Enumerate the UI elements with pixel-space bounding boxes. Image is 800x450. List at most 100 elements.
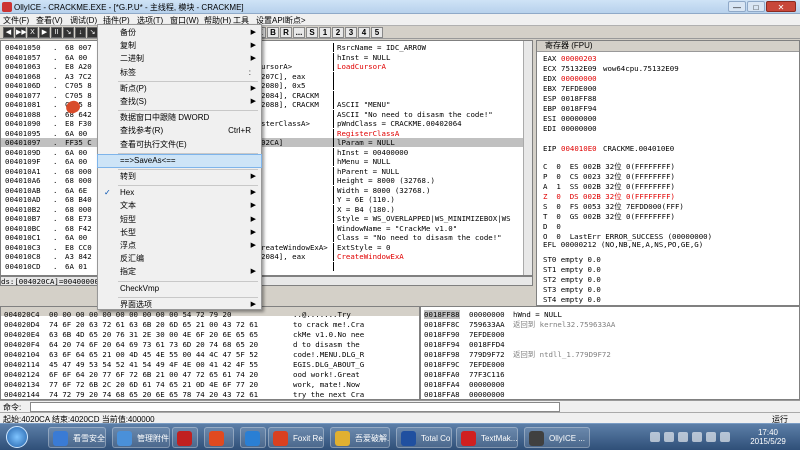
toolbar-button[interactable]: ▶: [39, 27, 50, 38]
disassembly-row[interactable]: 004010CD. 6A 01: [1, 261, 532, 271]
menu-item[interactable]: 查看(V): [36, 15, 63, 26]
minimize-button[interactable]: —: [728, 1, 746, 12]
toolbar-button[interactable]: ◀: [3, 27, 14, 38]
dump-row[interactable]: 00402124 6F 6F 64 20 77 6F 72 6B 21 00 47…: [1, 370, 419, 379]
disassembly-row[interactable]: 00401095. 6A 00 RegisterClassA: [1, 128, 532, 138]
toolbar-button[interactable]: ▶▶: [15, 27, 27, 38]
dump-row[interactable]: 00402134 77 6F 72 6B 2C 20 6D 61 74 65 21…: [1, 380, 419, 389]
toolbar-window-button[interactable]: 4: [358, 27, 370, 38]
close-button[interactable]: ✕: [766, 1, 796, 12]
register-row[interactable]: ESI 00000000: [537, 114, 799, 123]
disassembly-row[interactable]: 004010C8. A3 842 2084], eax CreateWindowExA: [1, 252, 532, 261]
disassembly-scrollbar[interactable]: [523, 41, 532, 275]
disassembly-row[interactable]: 00401050. 68 007 RsrcName = IDC_ARROW: [1, 43, 532, 52]
maximize-button[interactable]: □: [747, 1, 765, 12]
disassembly-row[interactable]: 004010B2. 68 000 X = B4 (180.): [1, 204, 532, 214]
dump-row[interactable]: 00402104 63 6F 64 65 21 00 4D 45 4E 55 00…: [1, 350, 419, 359]
toolbar-window-button[interactable]: S: [306, 27, 318, 38]
stack-row[interactable]: 0018FFA0 77F3C116: [421, 370, 799, 379]
fpu-row[interactable]: ST1 empty 0.0: [537, 265, 799, 274]
tray-icon[interactable]: [650, 432, 660, 442]
command-input[interactable]: [30, 402, 560, 412]
dump-row[interactable]: 004020C4 00 00 00 00 00 00 00 00 00 00 54…: [1, 310, 419, 319]
toolbar-window-button[interactable]: 1: [319, 27, 331, 38]
start-button[interactable]: [6, 426, 28, 448]
register-row[interactable]: [537, 134, 799, 143]
context-menu-item[interactable]: 复制 ▶: [98, 40, 261, 52]
taskbar-item[interactable]: Foxit Re...: [268, 427, 324, 448]
disassembly-row[interactable]: 00401068. A3 7C2 207C], eax: [1, 71, 532, 81]
context-menu-item[interactable]: 界面选项 ▶: [98, 299, 261, 311]
dump-row[interactable]: 00402114 45 47 49 53 54 52 41 54 49 4F 4E…: [1, 360, 419, 369]
register-row[interactable]: EBX 7EFDE000: [537, 84, 799, 93]
disassembly-row[interactable]: 004010A6. 68 000 Height = 8000 (32768.): [1, 176, 532, 185]
flag-row[interactable]: A 1 SS 002B 32位 0(FFFFFFFF): [537, 182, 799, 191]
disassembly-row[interactable]: 0040106D. C705 8 2080], 0x5: [1, 81, 532, 90]
disassembly-row[interactable]: 004010AB. 6A 6E Width = 8000 (32768.): [1, 185, 532, 195]
context-menu-item[interactable]: 查找(S) ▶: [98, 96, 261, 108]
efl-row[interactable]: EFL 00000212 (NO,NB,NE,A,NS,PO,GE,G): [537, 240, 799, 249]
register-row[interactable]: EDI 00000000: [537, 124, 799, 133]
fpu-row[interactable]: ST2 empty 0.0: [537, 275, 799, 284]
stack-row[interactable]: 0018FF9C 7EFDE000: [421, 360, 799, 369]
disassembly-row[interactable]: 004010C1. 6A 00 Class = "No need to disasm…: [1, 233, 532, 242]
flag-row[interactable]: C 0 ES 002B 32位 0(FFFFFFFF): [537, 162, 799, 171]
dump-row[interactable]: 004020F4 64 20 74 6F 20 64 69 73 61 73 6D…: [1, 340, 419, 349]
dump-row[interactable]: 00402144 74 72 79 20 74 68 65 20 6E 65 78…: [1, 390, 419, 399]
disassembly-row[interactable]: 004010A1. 68 000 hParent = NULL: [1, 166, 532, 176]
context-menu-item[interactable]: 反汇编: [98, 253, 261, 265]
context-menu-item[interactable]: 查看可执行文件(E): [98, 139, 261, 151]
context-menu-item[interactable]: 长型 ▶: [98, 227, 261, 239]
taskbar-item[interactable]: [240, 427, 266, 448]
disassembly-row[interactable]: 00401088. 68 642 ASCII "No need to disasm …: [1, 109, 532, 119]
disassembly-row[interactable]: 00401090. E8 F30 sterClassA> pWndClass = CR…: [1, 119, 532, 128]
register-row[interactable]: ESP 0018FF88: [537, 94, 799, 103]
toolbar-window-button[interactable]: B: [267, 27, 279, 38]
stack-row[interactable]: 0018FFA8 00000000: [421, 390, 799, 399]
fpu-row[interactable]: ST0 empty 0.0: [537, 255, 799, 264]
dump-row[interactable]: 004020D4 74 6F 20 63 72 61 63 6B 20 6D 65…: [1, 320, 419, 329]
toolbar-window-button[interactable]: 5: [371, 27, 383, 38]
registers-pane[interactable]: 寄存器 (FPU) EAX 00000203 ECX 75132E09 wow64cpu.…: [536, 40, 800, 306]
disassembly-row[interactable]: 00401077. C705 8 2084], CRACKM: [1, 90, 532, 100]
stack-row[interactable]: 0018FF98 779D9F72 返回到 ntdll_1.779D9F72: [421, 350, 799, 359]
disassembly-row[interactable]: 004010C3. E8 CC0 reateWindowExA> ExtStyle =…: [1, 242, 532, 252]
fpu-row[interactable]: ST4 empty 0.0: [537, 295, 799, 304]
context-menu-item[interactable]: ==>SaveAs<==: [97, 153, 262, 168]
context-menu-item[interactable]: 查找参考(R) Ctrl+R: [98, 125, 261, 137]
menu-item[interactable]: 设置API断点>: [256, 15, 306, 26]
flag-row[interactable]: Z 0 DS 002B 32位 0(FFFFFFFF): [537, 192, 799, 201]
context-menu-item[interactable]: 短型 ▶: [98, 214, 261, 226]
toolbar-button[interactable]: ↓: [75, 27, 86, 38]
taskbar-item[interactable]: [172, 427, 198, 448]
taskbar-item[interactable]: Total Co...: [396, 427, 452, 448]
register-row[interactable]: EDX 00000000: [537, 74, 799, 83]
context-menu-item[interactable]: 标签:: [98, 67, 261, 79]
flag-row[interactable]: D 0: [537, 222, 799, 231]
disassembly-row[interactable]: 004010AD. 68 B40 Y = 6E (110.): [1, 195, 532, 204]
disassembly-row[interactable]: 004010B7. 68 E73 Style = WS_OVERLAPPED|WS_…: [1, 214, 532, 223]
tray-icon[interactable]: [664, 432, 674, 442]
register-row[interactable]: EBP 0018FF94: [537, 104, 799, 113]
flag-icon[interactable]: [720, 432, 730, 442]
context-menu-item[interactable]: CheckVmp: [98, 283, 261, 295]
network-icon[interactable]: [678, 432, 688, 442]
flag-row[interactable]: S 0 FS 0053 32位 7EFDD000(FFF): [537, 202, 799, 211]
tray-icon[interactable]: [706, 432, 716, 442]
context-menu-item[interactable]: Hex ✓ ▶: [98, 187, 261, 199]
disassembly-row[interactable]: 0040109D. 6A 00 hInst = 00400000: [1, 147, 532, 157]
flag-row[interactable]: T 0 GS 002B 32位 0(FFFFFFFF): [537, 212, 799, 221]
disassembly-row[interactable]: 00401081.C705 82088], CRACKMASCII "MENU": [1, 100, 532, 109]
context-menu-item[interactable]: 二进制 ▶: [98, 53, 261, 65]
toolbar-button[interactable]: X: [27, 27, 38, 38]
toolbar-window-button[interactable]: 3: [345, 27, 357, 38]
toolbar-button[interactable]: II: [51, 27, 62, 38]
context-menu-item[interactable]: 指定 ▶: [98, 266, 261, 278]
taskbar-item[interactable]: 管理附件...: [112, 427, 170, 448]
flag-row[interactable]: P 0 CS 0023 32位 0(FFFFFFFF): [537, 172, 799, 181]
stack-row[interactable]: 0018FF88 00000000 hWnd = NULL: [421, 310, 799, 319]
stack-row[interactable]: 0018FFA4 00000000: [421, 380, 799, 389]
stack-pane[interactable]: 0018FF88 00000000 hWnd = NULL 0018FF8C 75963…: [420, 306, 800, 400]
disassembly-row[interactable]: 00401063. E8 A20 ursorA> LoadCursorA: [1, 62, 532, 71]
toolbar-window-button[interactable]: 2: [332, 27, 344, 38]
